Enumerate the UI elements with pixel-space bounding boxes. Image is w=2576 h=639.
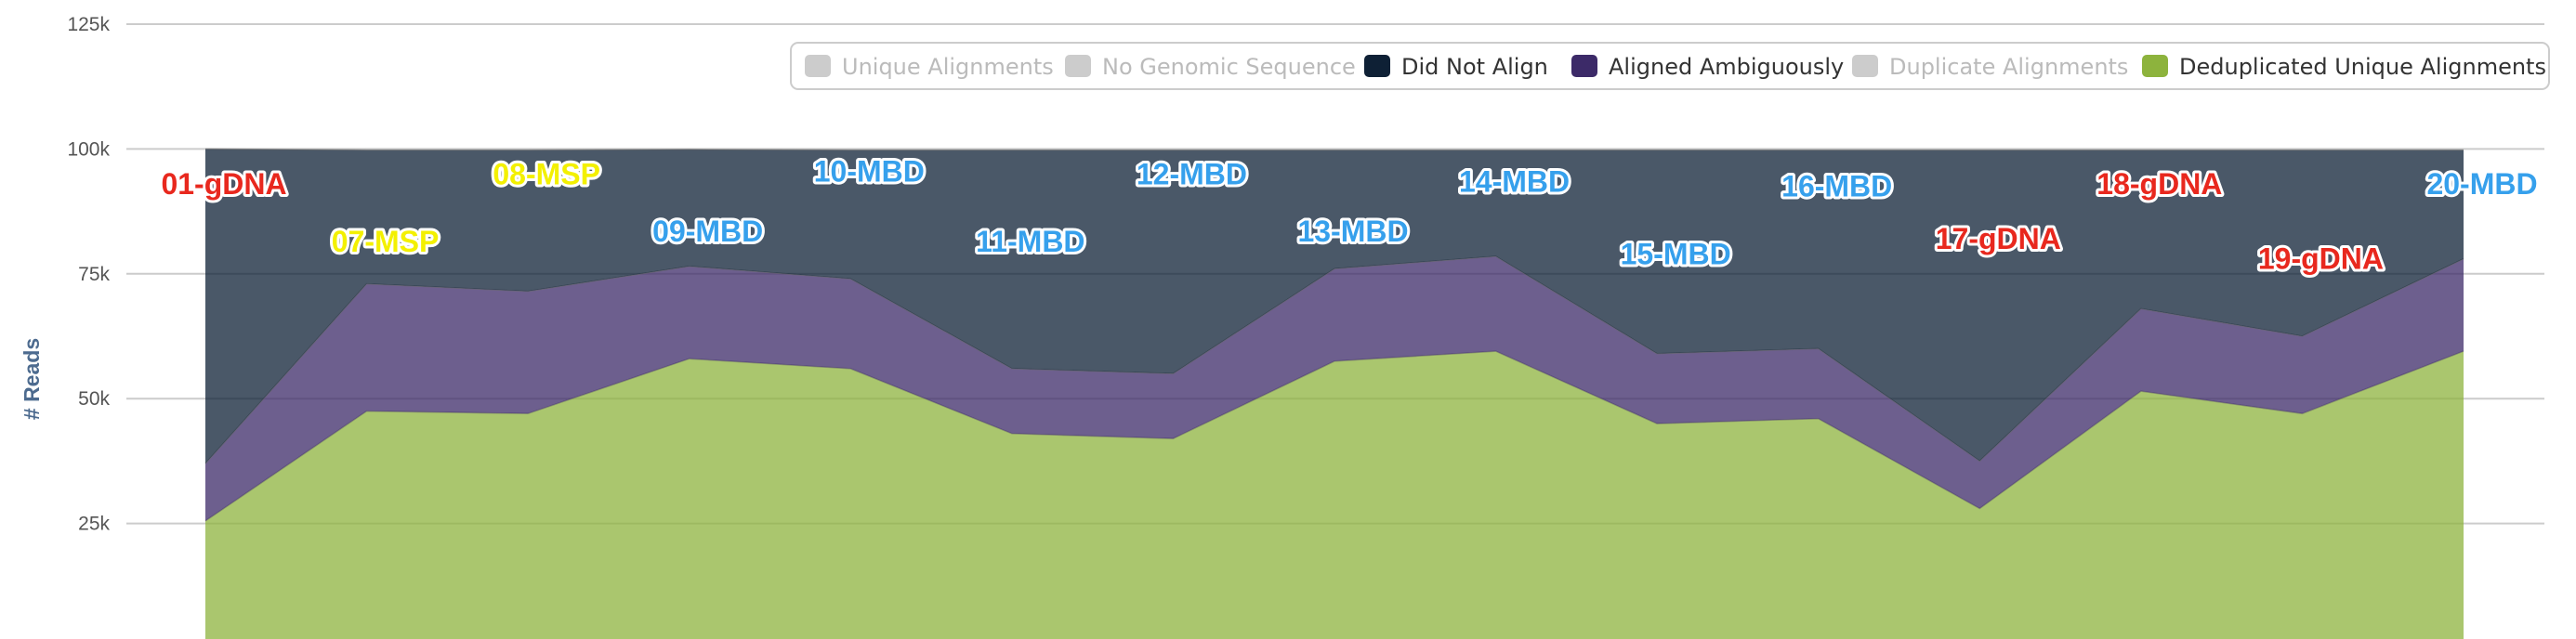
y-axis-ticks: 0k25k50k75k100k125k <box>67 14 110 639</box>
y-tick-label: 75k <box>78 264 110 285</box>
y-axis-label: # Reads <box>20 338 44 420</box>
sample-label: 19-gDNA <box>2258 242 2384 276</box>
sample-label: 10-MBD <box>814 155 925 189</box>
legend-swatch <box>1571 55 1597 77</box>
legend-label: Unique Alignments <box>842 54 1054 80</box>
legend-item-duplicate-alignments[interactable]: Duplicate Alignments <box>1852 54 2128 80</box>
legend-label: Duplicate Alignments <box>1889 54 2128 80</box>
sample-label: 13-MBD <box>1297 215 1408 248</box>
legend-swatch <box>805 55 831 77</box>
legend-label: Did Not Align <box>1401 54 1548 80</box>
legend-swatch <box>1852 55 1878 77</box>
legend-item-deduplicated-unique-alignments[interactable]: Deduplicated Unique Alignments <box>2142 54 2546 80</box>
sample-label: 16-MBD <box>1781 170 1892 203</box>
sample-label: 17-gDNA <box>1936 222 2061 255</box>
legend-item-unique-alignments[interactable]: Unique Alignments <box>805 54 1054 80</box>
y-tick-label: 100k <box>67 138 110 160</box>
legend-swatch <box>1065 55 1091 77</box>
sample-label: 01-gDNA <box>161 167 286 201</box>
legend-label: Aligned Ambiguously <box>1609 54 1844 80</box>
legend-label: Deduplicated Unique Alignments <box>2179 54 2546 80</box>
sample-label: 18-gDNA <box>2096 167 2222 201</box>
y-tick-label: 125k <box>67 14 110 35</box>
y-tick-label: 50k <box>78 388 110 410</box>
sample-label: 11-MBD <box>976 225 1084 258</box>
sample-label: 20-MBD <box>2426 167 2537 201</box>
legend-label: No Genomic Sequence <box>1102 54 1356 80</box>
sample-label: 07-MSP <box>332 225 440 258</box>
sample-label: 15-MBD <box>1621 237 1731 270</box>
chart-legend: Unique Alignments No Genomic Sequence Did … <box>790 42 2550 90</box>
sample-label: 08-MSP <box>493 157 600 190</box>
legend-swatch <box>2142 55 2168 77</box>
sample-label: 12-MBD <box>1137 157 1247 190</box>
sample-label: 14-MBD <box>1459 164 1570 198</box>
sample-label: 09-MBD <box>652 215 763 248</box>
stacked-area-chart: 0k25k50k75k100k125k # Reads Unique Align… <box>20 14 2550 639</box>
legend-swatch <box>1364 55 1390 77</box>
y-tick-label: 25k <box>78 514 110 535</box>
legend-item-aligned-ambiguously[interactable]: Aligned Ambiguously <box>1571 54 1844 80</box>
legend-item-no-genomic-sequence[interactable]: No Genomic Sequence <box>1065 54 1356 80</box>
